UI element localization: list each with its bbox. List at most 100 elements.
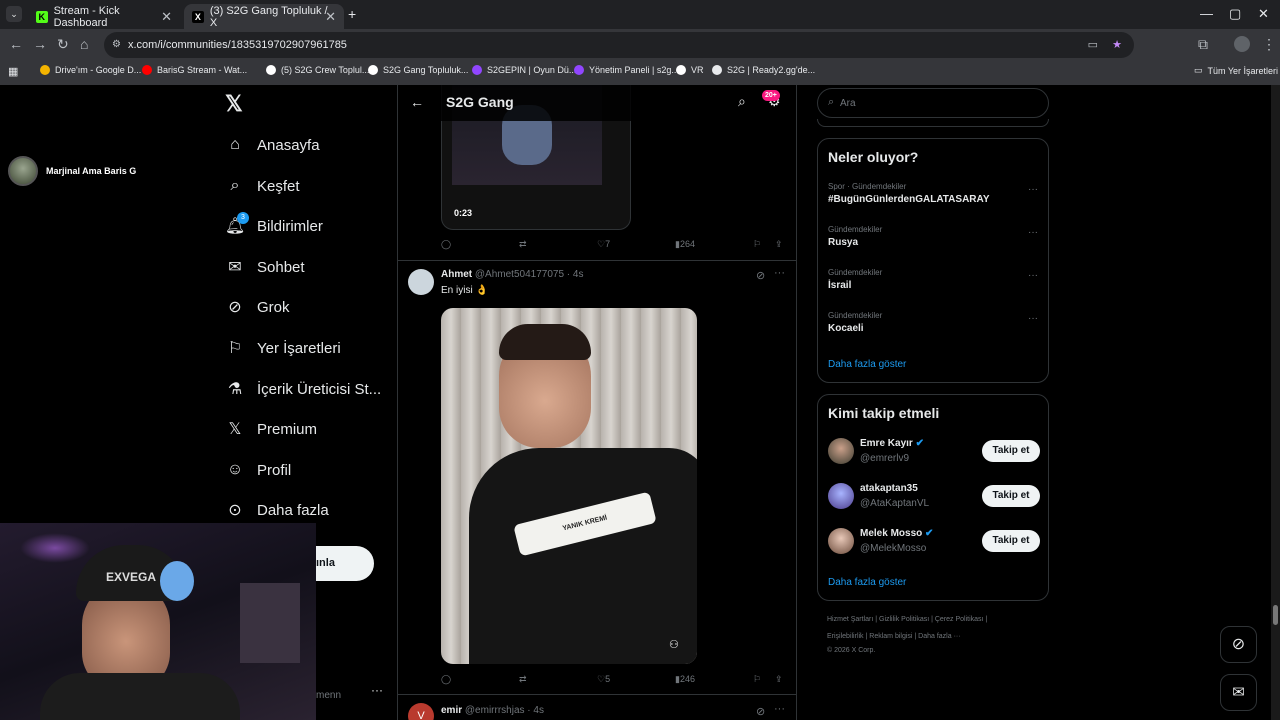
views-count[interactable]: ▮ 246 [675,674,695,685]
tab-search-button[interactable]: ⌄ [6,6,22,22]
nav-bookmarks[interactable]: ⚐ Yer İşaretleri [225,333,341,363]
nav-notifications[interactable]: 🔔︎ 3 Bildirimler [225,211,323,241]
maximize-button[interactable]: ▢ [1229,6,1241,22]
bookmark-item[interactable]: BarisG Stream - Wat... [142,65,247,75]
grok-icon[interactable]: ⊘ [756,269,765,282]
follow-button[interactable]: Takip et [982,440,1040,462]
bookmark-item[interactable]: S2G Gang Topluluk... [368,65,468,75]
new-tab-button[interactable]: + [348,6,356,22]
reply-icon[interactable]: ◯ [441,674,451,685]
bookmark-icon[interactable]: ⚐ [753,239,761,250]
post-image[interactable]: YANIK KREMİ ⚇ [441,308,697,664]
address-bar[interactable]: ⚙ x.com/i/communities/183531970290796178… [104,32,1134,58]
like-button[interactable]: ♡ 7 [597,239,610,250]
repost-icon[interactable]: ⇄ [519,239,527,250]
footer-links[interactable]: Erişilebilirlik | Reklam bilgisi | Daha … [827,633,961,640]
author-handle[interactable]: @emirrrshjas [465,705,525,716]
nav-more[interactable]: ⊙ Daha fazla [225,495,328,525]
reply-icon[interactable]: ◯ [441,239,451,250]
bookmark-item[interactable]: VR [676,65,704,75]
footer-links[interactable]: Hizmet Şartları | Gizlilik Politikası | … [827,616,987,623]
avatar[interactable] [828,528,854,554]
trend-more-icon[interactable]: ··· [1028,227,1038,238]
post-more-icon[interactable]: ··· [774,703,785,715]
post-button-fragment[interactable]: ınla [316,546,374,581]
trend-more-icon[interactable]: ··· [1028,184,1038,195]
scrollbar-track[interactable] [1271,85,1280,720]
scrollbar-thumb[interactable] [1273,605,1278,625]
follow-suggestion[interactable]: Emre Kayır ✔ @emrerlv9 Takip et [828,436,1040,470]
follow-suggestion[interactable]: Melek Mosso ✔ @MelekMosso Takip et [828,526,1040,560]
bookmark-item[interactable]: Yönetim Paneli | s2g... [574,65,679,75]
nav-creator-studio[interactable]: ⚗ İçerik Üreticisi St... [225,374,381,404]
post-time[interactable]: · 4s [567,269,584,280]
media-alt-icon[interactable]: ⚇ [669,638,679,651]
search-icon[interactable]: ⌕ [738,93,746,110]
cast-icon[interactable]: ▭ [1088,32,1098,58]
nav-messages[interactable]: ✉ Sohbet [225,252,304,282]
account-more-icon[interactable]: ··· [371,683,383,697]
views-count[interactable]: ▮ 264 [675,239,695,250]
show-more-link[interactable]: Daha fazla göster [828,577,906,588]
url-text: x.com/i/communities/1835319702907961785 [128,39,347,51]
bookmark-item[interactable]: S2G | Ready2.gg'de... [712,65,815,75]
nav-profile[interactable]: ☺ Profil [225,455,291,485]
follow-button[interactable]: Takip et [982,485,1040,507]
trend-more-icon[interactable]: ··· [1028,270,1038,281]
author-name[interactable]: emir [441,705,462,716]
post-more-icon[interactable]: ··· [774,267,785,279]
bookmark-icon[interactable]: ⚐ [753,674,761,685]
bookmark-item[interactable]: Drive'ım - Google D... [40,65,141,75]
bookmark-item[interactable]: (5) S2G Crew Toplul... [266,65,369,75]
like-button[interactable]: ♡ 5 [597,674,610,685]
close-tab-icon[interactable]: ✕ [325,9,336,25]
author-handle[interactable]: @Ahmet504177075 [475,269,564,280]
profile-avatar[interactable] [1234,36,1250,52]
post-ahmet[interactable]: Ahmet @Ahmet504177075 · 4s ⊘ ··· En iyis… [398,261,796,695]
home-icon[interactable]: ⌂ [80,36,88,52]
tab-x-community[interactable]: X (3) S2G Gang Topluluk / X ✕ [184,4,344,29]
show-more-link[interactable]: Daha fazla göster [828,359,906,370]
nav-home[interactable]: ⌂ Anasayfa [225,130,319,160]
post-emir[interactable]: V emir @emirrrshjas · 4s ⊘ ··· [398,695,796,720]
messages-float-button[interactable]: ✉ [1220,674,1257,711]
close-tab-icon[interactable]: ✕ [161,9,172,25]
all-bookmarks[interactable]: ▭ Tüm Yer İşaretleri [1194,65,1278,76]
site-info-icon[interactable]: ⚙ [112,32,121,58]
avatar[interactable] [408,269,434,295]
share-icon[interactable]: ⇪ [775,674,783,685]
apps-icon[interactable]: ▦ [8,65,18,78]
trend-more-icon[interactable]: ··· [1028,313,1038,324]
repost-icon[interactable]: ⇄ [519,674,527,685]
bookmark-star-icon[interactable]: ★ [1112,32,1122,58]
follow-suggestion[interactable]: atakaptan35 @AtaKaptanVL Takip et [828,481,1040,515]
trend-item[interactable]: Spor · Gündemdekiler #BugünGünlerdenGALAT… [828,182,1038,205]
extensions-icon[interactable]: ⧉ [1198,36,1208,53]
avatar[interactable] [828,483,854,509]
nav-grok[interactable]: ⊘ Grok [225,292,289,322]
avatar[interactable]: V [408,703,434,720]
minimize-button[interactable]: — [1200,6,1213,21]
grok-icon[interactable]: ⊘ [756,705,765,718]
post-time[interactable]: · 4s [527,705,544,716]
nav-premium[interactable]: 𝕏 Premium [225,414,317,444]
trend-item[interactable]: Gündemdekiler İsrail ··· [828,268,1038,291]
bookmark-item[interactable]: S2GEPIN | Oyun Dü... [472,65,576,75]
back-icon[interactable]: ← [9,36,23,52]
x-logo-icon[interactable]: 𝕏 [225,91,243,117]
trend-item[interactable]: Gündemdekiler Rusya ··· [828,225,1038,248]
grok-float-button[interactable]: ⊘ [1220,626,1257,663]
follow-button[interactable]: Takip et [982,530,1040,552]
avatar[interactable] [828,438,854,464]
back-arrow-icon[interactable]: ← [410,94,424,110]
close-window-button[interactable]: ✕ [1258,6,1269,22]
reload-icon[interactable]: ↻ [57,36,69,53]
tab-kick[interactable]: K Stream - Kick Dashboard ✕ [28,4,180,29]
search-input[interactable]: ⌕ Ara [817,88,1049,118]
nav-explore[interactable]: ⌕ Keşfet [225,171,300,201]
menu-icon[interactable]: ⋮ [1262,36,1276,53]
share-icon[interactable]: ⇪ [775,239,783,250]
author-name[interactable]: Ahmet [441,269,472,280]
trend-item[interactable]: Gündemdekiler Kocaeli ··· [828,311,1038,334]
forward-icon[interactable]: → [33,36,47,52]
